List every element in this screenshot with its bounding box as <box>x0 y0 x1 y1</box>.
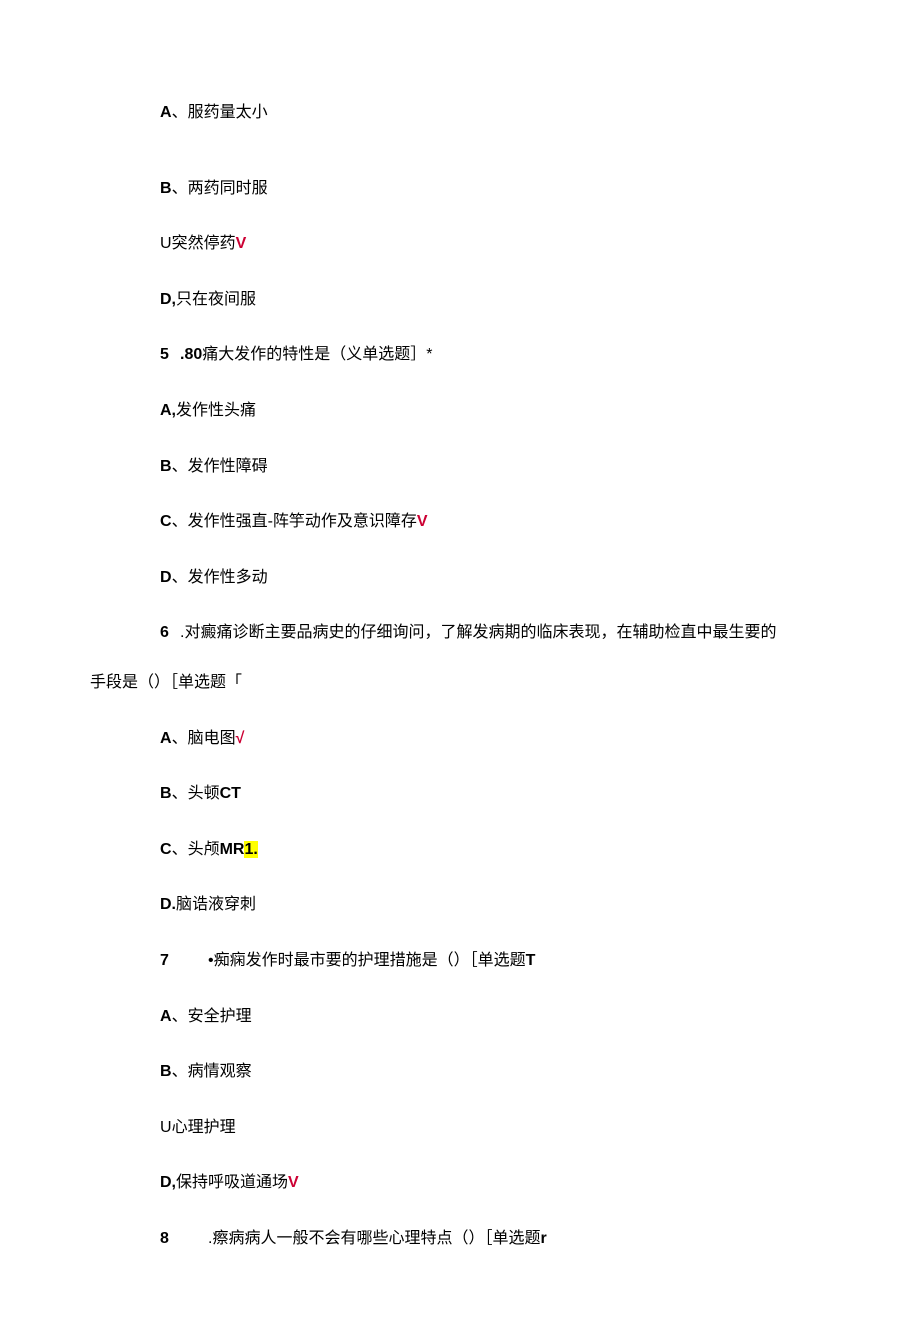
option-label: D, <box>160 291 176 308</box>
option-label: U <box>160 235 172 252</box>
option-label: D <box>160 569 172 586</box>
option-text: 只在夜间服 <box>176 291 256 308</box>
option-text: 发作性障碍 <box>188 458 268 475</box>
option-sep: 、 <box>172 730 188 747</box>
q7-option-a: A、安全护理 <box>90 1004 830 1030</box>
q8-stem: 8 .瘵病病人一般不会有哪些心理特点（）［单选题r <box>90 1226 830 1252</box>
q4-option-c: U突然停药V <box>90 231 830 257</box>
correct-mark: V <box>288 1174 299 1191</box>
stem-text: 痛大发作的特性是（义单选题］* <box>202 346 432 363</box>
option-sep: 、 <box>172 1008 188 1025</box>
option-text: 两药同时服 <box>188 180 268 197</box>
q6-option-b: B、头顿CT <box>90 781 830 807</box>
stem-suffix: r <box>540 1230 546 1247</box>
q7-option-c: U心理护理 <box>90 1115 830 1141</box>
option-text: 心理护理 <box>172 1119 236 1136</box>
option-text: 发作性强直-阵竽动作及意识障存 <box>188 513 417 530</box>
option-sep: 、 <box>172 1063 188 1080</box>
option-suffix-highlight: 1. <box>244 841 257 858</box>
option-text: 发作性头痛 <box>176 402 256 419</box>
q7-stem: 7 •痴痫发作时最市要的护理措施是（）［单选题T <box>90 948 830 974</box>
option-label: C <box>160 513 172 530</box>
option-label: A <box>160 730 172 747</box>
option-text: 病情观察 <box>188 1063 252 1080</box>
option-sep: 、 <box>172 513 188 530</box>
stem-prefix: .80 <box>180 346 202 363</box>
q5-option-b: B、发作性障碍 <box>90 454 830 480</box>
stem-text: .对癜痛诊断主要品病史的仔细询问，了解发病期的临床表现，在辅助检直中最生要的 <box>180 624 776 641</box>
option-label: B <box>160 458 172 475</box>
stem-suffix: T <box>526 952 536 969</box>
option-text: 保持呼吸道通场 <box>176 1174 288 1191</box>
option-sep: 、 <box>172 841 188 858</box>
option-sep: 、 <box>172 104 188 121</box>
q4-option-b: B、两药同时服 <box>90 176 830 202</box>
q5-option-d: D、发作性多动 <box>90 565 830 591</box>
option-label: A <box>160 104 172 121</box>
option-text: 安全护理 <box>188 1008 252 1025</box>
q6-option-d: D.脑诰液穿刺 <box>90 892 830 918</box>
option-label: A, <box>160 402 176 419</box>
q6-option-c: C、头颅MR1. <box>90 837 830 863</box>
correct-mark: V <box>236 235 247 252</box>
option-text: 脑诰液穿刺 <box>176 896 256 913</box>
option-sep: 、 <box>172 785 188 802</box>
question-number: 8 <box>160 1226 180 1252</box>
q4-option-d: D,只在夜间服 <box>90 287 830 313</box>
option-text: 服药量太小 <box>188 104 268 121</box>
option-text: 头颅 <box>188 841 220 858</box>
q5-stem: 5.80痛大发作的特性是（义单选题］* <box>90 342 830 368</box>
option-label: D, <box>160 1174 176 1191</box>
option-label: B <box>160 180 172 197</box>
option-text: 头顿 <box>188 785 220 802</box>
q5-option-c: C、发作性强直-阵竽动作及意识障存V <box>90 509 830 535</box>
question-number: 7 <box>160 948 180 974</box>
q7-option-b: B、病情观察 <box>90 1059 830 1085</box>
q5-option-a: A,发作性头痛 <box>90 398 830 424</box>
option-label: B <box>160 1063 172 1080</box>
stem-text: .瘵病病人一般不会有哪些心理特点（）［单选题 <box>208 1230 540 1247</box>
question-number: 5 <box>160 342 180 368</box>
stem-text: 手段是（）［单选题「 <box>90 674 242 691</box>
q7-option-d: D,保持呼吸道通场V <box>90 1170 830 1196</box>
option-text: 脑电图 <box>188 730 236 747</box>
q6-stem-line2: 手段是（）［单选题「 <box>90 670 830 696</box>
option-label: A <box>160 1008 172 1025</box>
stem-text: •痴痫发作时最市要的护理措施是（）［单选题 <box>208 952 526 969</box>
option-label: U <box>160 1119 172 1136</box>
correct-mark: √ <box>236 730 245 747</box>
option-label: B <box>160 785 172 802</box>
option-suffix-pre: MR <box>220 841 245 858</box>
question-number: 6 <box>160 620 180 646</box>
q6-option-a: A、脑电图√ <box>90 726 830 752</box>
option-label: C <box>160 841 172 858</box>
option-sep: 、 <box>172 569 188 586</box>
q4-option-a: A、服药量太小 <box>90 100 830 126</box>
option-sep: 、 <box>172 458 188 475</box>
option-suffix: CT <box>220 785 241 802</box>
correct-mark: V <box>417 513 428 530</box>
option-text: 突然停药 <box>172 235 236 252</box>
option-label: D. <box>160 896 176 913</box>
option-sep: 、 <box>172 180 188 197</box>
q6-stem-line1: 6.对癜痛诊断主要品病史的仔细询问，了解发病期的临床表现，在辅助检直中最生要的 <box>90 620 830 646</box>
option-text: 发作性多动 <box>188 569 268 586</box>
